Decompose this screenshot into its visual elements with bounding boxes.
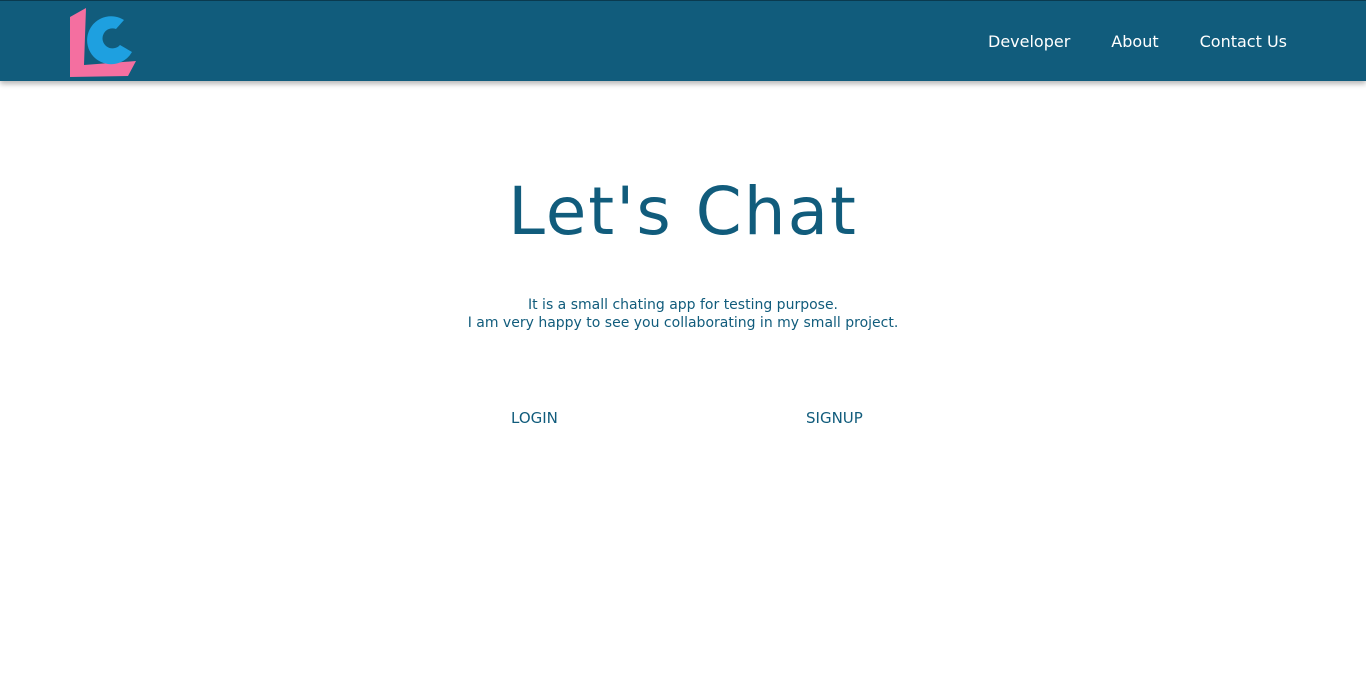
nav-about-link[interactable]: About — [1111, 32, 1158, 51]
hero-description: It is a small chating app for testing pu… — [0, 296, 1366, 332]
nav-contact-link[interactable]: Contact Us — [1200, 32, 1287, 51]
nav-developer-link[interactable]: Developer — [988, 32, 1070, 51]
signup-button[interactable]: SIGNUP — [806, 408, 863, 428]
logo-icon[interactable] — [68, 7, 138, 79]
login-button[interactable]: LOGIN — [511, 408, 558, 428]
hero-description-line-1: It is a small chating app for testing pu… — [527, 297, 839, 313]
main-nav: Developer About Contact Us — [947, 1, 1287, 82]
page-title: Let's Chat — [508, 173, 858, 250]
hero-description-line-2: I am very happy to see you collaborating… — [467, 315, 899, 331]
top-navbar: Developer About Contact Us — [0, 0, 1366, 81]
